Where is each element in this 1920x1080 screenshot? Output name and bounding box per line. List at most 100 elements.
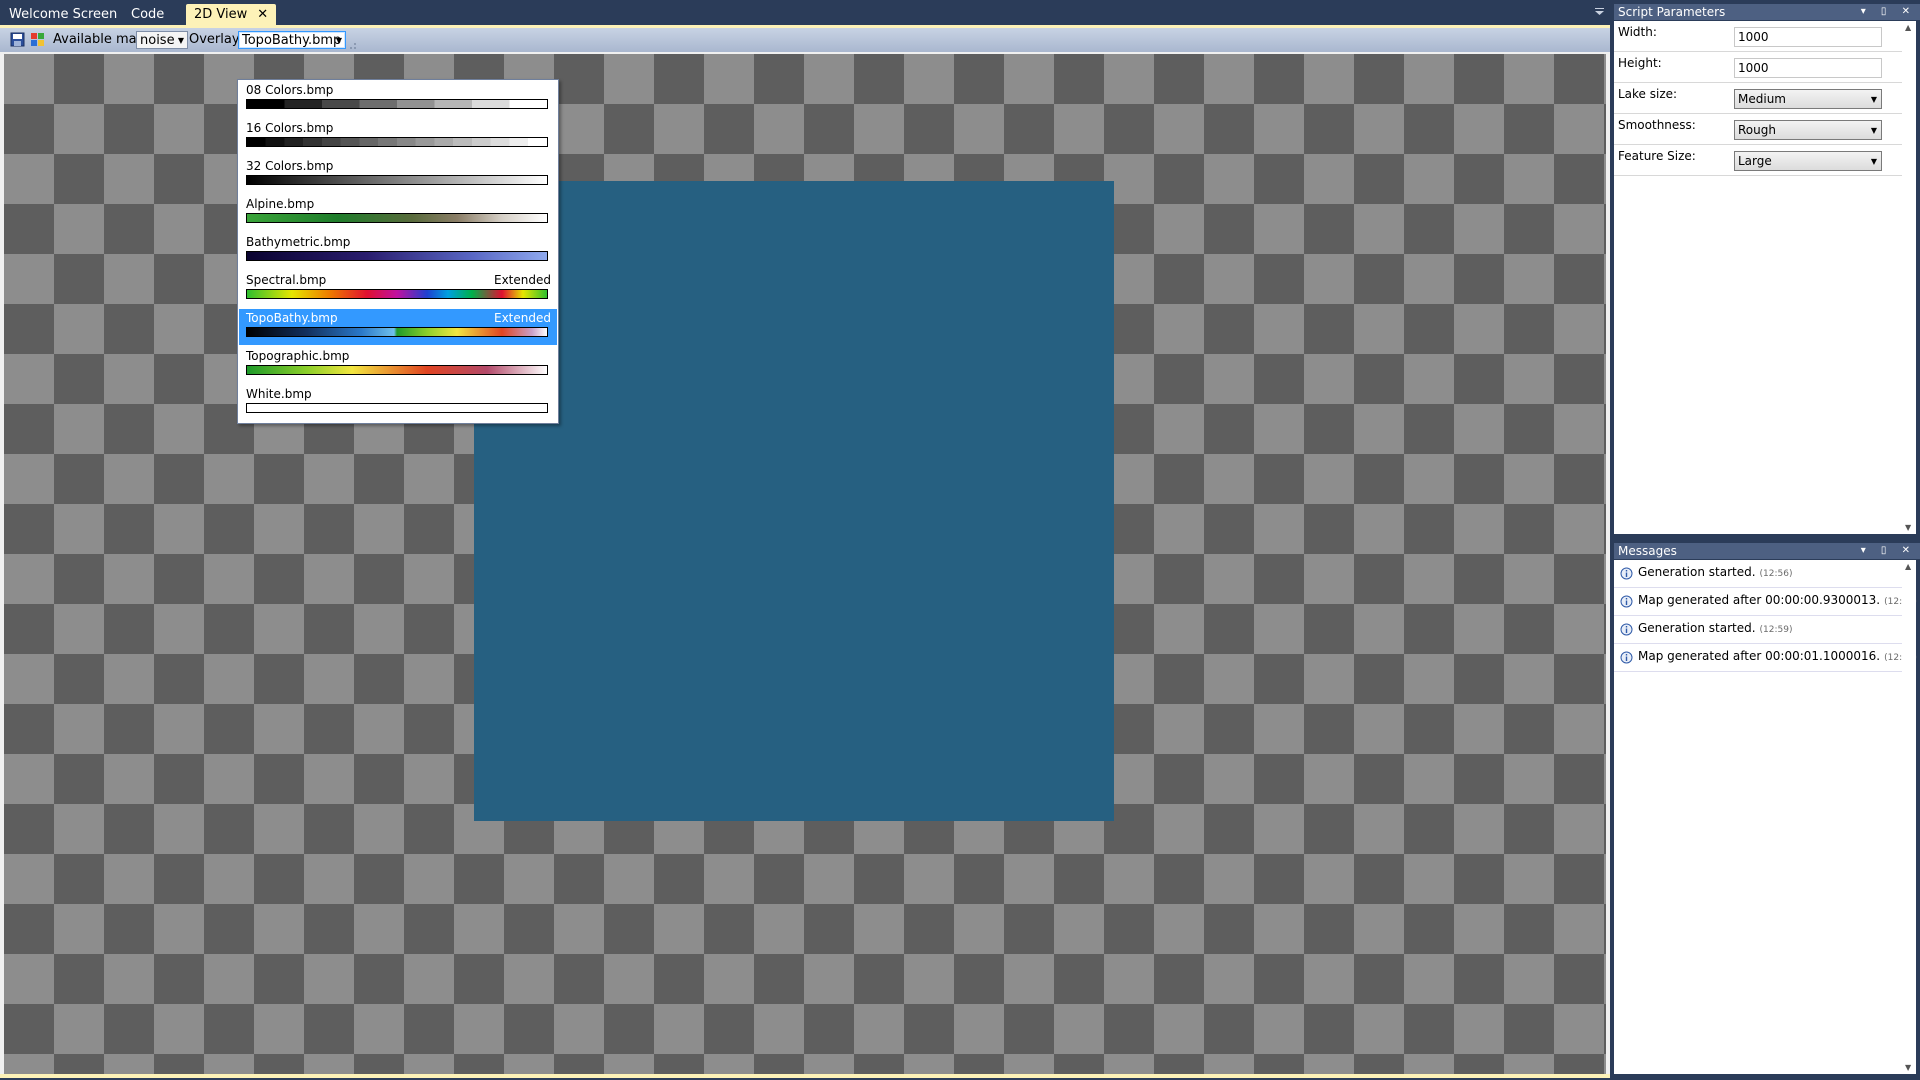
color-ramp-preview — [246, 365, 548, 375]
feature-size-row: Feature Size: Large ▼ — [1614, 145, 1916, 176]
message-timestamp: (12:59) — [1759, 625, 1793, 635]
message-body: Map generated after 00:00:01.1000016. — [1638, 649, 1881, 663]
tab-list-dropdown-icon[interactable] — [1595, 8, 1604, 15]
feature-size-label: Feature Size: — [1618, 149, 1696, 163]
available-maps-select[interactable]: noise ▼ — [136, 31, 188, 49]
feature-size-value: Large — [1738, 154, 1772, 168]
tab-2d-view-label: 2D View — [194, 7, 248, 22]
color-ramp-preview — [246, 403, 548, 413]
lake-size-row: Lake size: Medium ▼ — [1614, 83, 1916, 114]
palette-icon[interactable] — [30, 32, 45, 47]
height-row: Height: 1000 — [1614, 52, 1916, 83]
color-ramp-preview — [246, 175, 548, 185]
color-ramp-preview — [246, 251, 548, 261]
lake-size-label: Lake size: — [1618, 87, 1678, 101]
2d-view-document: Available maps: noise ▼ Overlays: TopoBa… — [0, 28, 1610, 1078]
messages-title: Messages — [1618, 544, 1677, 558]
color-ramp-preview — [246, 213, 548, 223]
panel-window-buttons[interactable]: ▾ ▯ ✕ — [1861, 4, 1916, 20]
lake-size-select[interactable]: Medium ▼ — [1734, 89, 1882, 109]
scroll-up-icon[interactable]: ▲ — [1905, 562, 1911, 571]
smoothness-label: Smoothness: — [1618, 118, 1696, 132]
width-input[interactable]: 1000 — [1734, 27, 1882, 47]
script-parameters-title-bar: Script Parameters ▾ ▯ ✕ — [1614, 4, 1920, 20]
messages-scrollbar[interactable]: ▲ ▼ — [1902, 560, 1916, 1074]
message-text: Map generated after 00:00:00.9300013. (12… — [1638, 593, 1917, 610]
overlay-option-name: Alpine.bmp — [246, 197, 315, 211]
color-ramp-preview — [246, 137, 548, 147]
overlay-option-name: Bathymetric.bmp — [246, 235, 351, 249]
lake-size-value: Medium — [1738, 92, 1786, 106]
overlay-option[interactable]: White.bmp — [239, 385, 557, 421]
smoothness-value: Rough — [1738, 123, 1776, 137]
tab-welcome-screen[interactable]: Welcome Screen — [1, 4, 125, 25]
info-icon — [1620, 623, 1633, 636]
message-item[interactable]: Generation started. (12:59) — [1614, 616, 1902, 644]
document-tab-bar: Welcome Screen Code 2D View ✕ — [0, 0, 1610, 26]
smoothness-select[interactable]: Rough ▼ — [1734, 120, 1882, 140]
height-input[interactable]: 1000 — [1734, 58, 1882, 78]
message-body: Map generated after 00:00:00.9300013. — [1638, 593, 1881, 607]
script-parameters-panel: Width: 1000 Height: 1000 Lake size: Medi… — [1614, 21, 1916, 534]
scroll-down-icon[interactable]: ▼ — [1905, 523, 1911, 532]
chevron-down-icon: ▼ — [335, 36, 342, 45]
available-maps-value: noise — [140, 33, 175, 48]
height-label: Height: — [1618, 56, 1662, 70]
scroll-up-icon[interactable]: ▲ — [1905, 23, 1911, 32]
view-toolbar: Available maps: noise ▼ Overlays: TopoBa… — [0, 28, 1610, 52]
messages-panel: Generation started. (12:56) Map generated … — [1614, 560, 1917, 1074]
message-text: Generation started. (12:56) — [1638, 565, 1793, 582]
panel-window-buttons[interactable]: ▾ ▯ ✕ — [1861, 543, 1916, 559]
overlay-option[interactable]: TopoBathy.bmp Extended — [239, 309, 557, 345]
message-item[interactable]: Map generated after 00:00:00.9300013. (12… — [1614, 588, 1917, 616]
overlay-option[interactable]: Bathymetric.bmp — [239, 233, 557, 269]
width-row: Width: 1000 — [1614, 21, 1916, 52]
color-ramp-preview — [246, 99, 548, 109]
info-icon — [1620, 595, 1633, 608]
chevron-down-icon: ▼ — [1870, 126, 1877, 135]
message-text: Map generated after 00:00:01.1000016. (12… — [1638, 649, 1917, 666]
info-icon — [1620, 567, 1633, 580]
overlay-option[interactable]: 32 Colors.bmp — [239, 157, 557, 193]
message-body: Generation started. — [1638, 565, 1756, 579]
script-parameters-title: Script Parameters — [1618, 5, 1726, 19]
overlay-option-name: 32 Colors.bmp — [246, 159, 334, 173]
overlay-option[interactable]: 08 Colors.bmp — [239, 81, 557, 117]
feature-size-select[interactable]: Large ▼ — [1734, 151, 1882, 171]
message-body: Generation started. — [1638, 621, 1756, 635]
save-icon[interactable] — [10, 32, 25, 47]
message-text: Generation started. (12:59) — [1638, 621, 1793, 638]
overlay-option-tag: Extended — [494, 273, 551, 287]
overlay-option-name: White.bmp — [246, 387, 312, 401]
overlays-dropdown-list: 08 Colors.bmp 16 Colors.bmp 32 Colors.bmp A… — [237, 79, 559, 424]
info-icon — [1620, 651, 1633, 664]
tab-2d-view[interactable]: 2D View ✕ — [186, 4, 277, 25]
message-timestamp: (12:56) — [1759, 569, 1793, 579]
generated-terrain-map[interactable] — [474, 181, 1114, 821]
chevron-down-icon: ▼ — [1870, 157, 1877, 166]
close-tab-icon[interactable]: ✕ — [257, 7, 268, 22]
overlay-option-name: 16 Colors.bmp — [246, 121, 334, 135]
width-label: Width: — [1618, 25, 1657, 39]
tab-code[interactable]: Code — [123, 4, 172, 25]
message-item[interactable]: Map generated after 00:00:01.1000016. (12… — [1614, 644, 1917, 672]
overlays-value: TopoBathy.bmp — [242, 33, 342, 48]
overlay-option[interactable]: 16 Colors.bmp — [239, 119, 557, 155]
messages-title-bar: Messages ▾ ▯ ✕ — [1614, 543, 1920, 559]
overlay-option[interactable]: Alpine.bmp — [239, 195, 557, 231]
document-bottom-border — [0, 1074, 1610, 1078]
scroll-down-icon[interactable]: ▼ — [1905, 1063, 1911, 1072]
overlay-option-tag: Extended — [494, 311, 551, 325]
chevron-down-icon: ▼ — [177, 36, 184, 45]
overlay-option-name: 08 Colors.bmp — [246, 83, 334, 97]
resize-grip-icon — [350, 43, 356, 49]
overlay-option[interactable]: Topographic.bmp — [239, 347, 557, 383]
color-ramp-preview — [246, 289, 548, 299]
overlay-option[interactable]: Spectral.bmp Extended — [239, 271, 557, 307]
chevron-down-icon: ▼ — [1870, 95, 1877, 104]
overlays-select[interactable]: TopoBathy.bmp ▼ — [238, 31, 346, 49]
color-ramp-preview — [246, 327, 548, 337]
script-parameters-scrollbar[interactable]: ▲ ▼ — [1902, 21, 1916, 534]
message-item[interactable]: Generation started. (12:56) — [1614, 560, 1902, 588]
overlay-option-name: Topographic.bmp — [246, 349, 350, 363]
